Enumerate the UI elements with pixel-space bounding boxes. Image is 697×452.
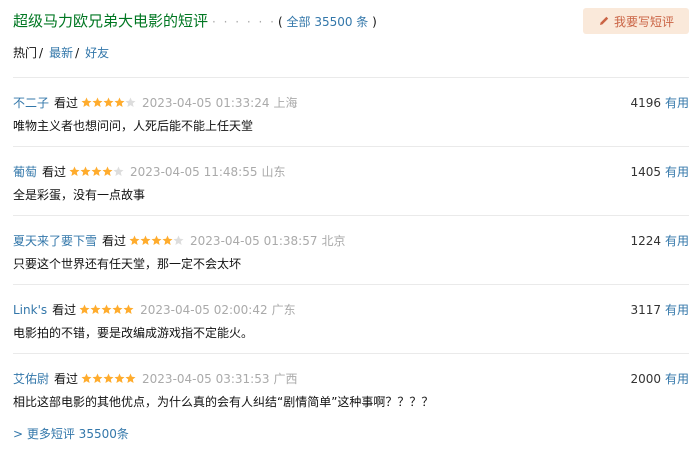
review-location: 广东	[271, 303, 296, 317]
review-text: 全是彩蛋，没有一点故事	[13, 188, 146, 202]
star-icon	[162, 235, 173, 245]
useful-button[interactable]: 有用	[665, 96, 689, 110]
star-icon	[114, 373, 125, 383]
star-icon	[125, 373, 136, 383]
review-meta: 夏天来了要下雪 看过 2023-04-05 01:38:57 北京	[13, 232, 346, 249]
star-icon	[129, 235, 140, 245]
vote-count: 1224	[630, 234, 661, 248]
pen-icon	[599, 16, 609, 25]
star-icon	[80, 166, 91, 176]
watch-status: 看过	[102, 234, 127, 248]
review-item: 不二子 看过 2023-04-05 01:33:24 上海 4196 有用 唯物主…	[13, 77, 689, 146]
useful-button[interactable]: 有用	[665, 303, 689, 317]
rating-stars	[81, 97, 136, 108]
watch-status: 看过	[54, 372, 79, 386]
vote-area: 1405 有用	[630, 163, 689, 180]
rating-stars	[129, 235, 184, 246]
vote-count: 2000	[630, 372, 661, 386]
star-icon	[112, 304, 123, 314]
review-text: 唯物主义者也想问问，人死后能不能上任天堂	[13, 119, 254, 133]
reviewer-name[interactable]: 艾佑尉	[13, 370, 49, 387]
reviewer-name[interactable]: 葡萄	[13, 163, 37, 180]
star-icon	[91, 166, 102, 176]
review-time: 2023-04-05 03:31:53	[142, 371, 270, 386]
star-icon	[113, 166, 124, 176]
rating-stars	[69, 166, 124, 177]
star-icon	[81, 373, 92, 383]
star-icon	[102, 166, 113, 176]
rating-stars	[81, 373, 136, 384]
review-list: 不二子 看过 2023-04-05 01:33:24 上海 4196 有用 唯物主…	[13, 77, 689, 422]
star-icon	[114, 97, 125, 107]
watch-status: 看过	[54, 96, 79, 110]
star-icon	[101, 304, 112, 314]
star-icon	[92, 373, 103, 383]
review-location: 广西	[273, 372, 298, 386]
page-title: 超级马力欧兄弟大电影的短评 · · · · · ·( 全部 35500 条 )	[13, 10, 377, 31]
vote-area: 3117 有用	[630, 301, 689, 318]
star-icon	[69, 166, 80, 176]
watch-status: 看过	[42, 165, 67, 179]
tab-hot[interactable]: 热门	[13, 46, 37, 60]
useful-button[interactable]: 有用	[665, 234, 689, 248]
review-text: 电影拍的不错，要是改编成游戏指不定能火。	[13, 326, 254, 340]
review-item: Link's 看过 2023-04-05 02:00:42 广东 3117 有用 …	[13, 284, 689, 353]
review-item: 葡萄 看过 2023-04-05 11:48:55 山东 1405 有用 全是彩蛋…	[13, 146, 689, 215]
reviewer-name[interactable]: 不二子	[13, 94, 49, 111]
title-text: 超级马力欧兄弟大电影的短评	[13, 12, 209, 30]
more-reviews-link[interactable]: > 更多短评 35500条	[13, 425, 129, 442]
count-open-paren: (	[277, 15, 283, 29]
star-icon	[103, 97, 114, 107]
star-icon	[123, 304, 134, 314]
star-icon	[125, 97, 136, 107]
total-count: ( 全部 35500 条 )	[278, 15, 377, 29]
review-location: 北京	[321, 234, 346, 248]
review-text: 相比这部电影的其他优点，为什么真的会有人纠结“剧情简单”这种事啊？？？？	[13, 395, 434, 409]
sort-tabs: 热门 / 最新 / 好友	[13, 44, 109, 61]
star-icon	[92, 97, 103, 107]
vote-count: 3117	[630, 303, 661, 317]
watch-status: 看过	[52, 303, 77, 317]
review-item: 艾佑尉 看过 2023-04-05 03:31:53 广西 2000 有用 相比这…	[13, 353, 689, 422]
comments-header: 超级马力欧兄弟大电影的短评 · · · · · ·( 全部 35500 条 ) 我…	[13, 8, 689, 36]
tab-separator: /	[39, 46, 44, 60]
star-icon	[79, 304, 90, 314]
useful-button[interactable]: 有用	[665, 165, 689, 179]
review-time: 2023-04-05 02:00:42	[140, 302, 268, 317]
review-time: 2023-04-05 01:38:57	[190, 233, 318, 248]
star-icon	[81, 97, 92, 107]
all-comments-link[interactable]: 全部 35500 条	[287, 15, 369, 29]
review-location: 上海	[273, 96, 298, 110]
useful-button[interactable]: 有用	[665, 372, 689, 386]
vote-area: 4196 有用	[630, 94, 689, 111]
star-icon	[173, 235, 184, 245]
vote-count: 1405	[630, 165, 661, 179]
star-icon	[140, 235, 151, 245]
tab-separator: /	[75, 46, 80, 60]
reviewer-name[interactable]: Link's	[13, 303, 47, 317]
title-dots: · · · · · ·	[212, 15, 276, 29]
review-time: 2023-04-05 01:33:24	[142, 95, 270, 110]
rating-stars	[79, 304, 134, 315]
count-close-paren: )	[372, 15, 377, 29]
review-meta: 不二子 看过 2023-04-05 01:33:24 上海	[13, 94, 298, 111]
vote-count: 4196	[630, 96, 661, 110]
reviewer-name[interactable]: 夏天来了要下雪	[13, 232, 97, 249]
review-item: 夏天来了要下雪 看过 2023-04-05 01:38:57 北京 1224 有用…	[13, 215, 689, 284]
write-review-label: 我要写短评	[613, 14, 674, 29]
review-location: 山东	[261, 165, 286, 179]
review-meta: Link's 看过 2023-04-05 02:00:42 广东	[13, 301, 296, 318]
tab-latest[interactable]: 最新	[49, 46, 73, 60]
tab-friends[interactable]: 好友	[85, 46, 109, 60]
review-meta: 葡萄 看过 2023-04-05 11:48:55 山东	[13, 163, 286, 180]
vote-area: 2000 有用	[630, 370, 689, 387]
review-time: 2023-04-05 11:48:55	[130, 164, 258, 179]
star-icon	[151, 235, 162, 245]
review-meta: 艾佑尉 看过 2023-04-05 03:31:53 广西	[13, 370, 298, 387]
star-icon	[103, 373, 114, 383]
star-icon	[90, 304, 101, 314]
review-text: 只要这个世界还有任天堂，那一定不会太坏	[13, 257, 242, 271]
vote-area: 1224 有用	[630, 232, 689, 249]
write-review-button[interactable]: 我要写短评	[583, 8, 689, 34]
